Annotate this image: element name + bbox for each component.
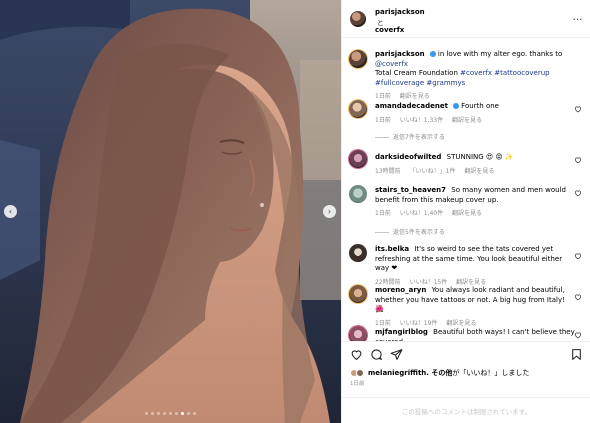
verified-icon xyxy=(429,51,436,57)
comment-likes[interactable]: いいね！1,33件 xyxy=(400,117,443,124)
carousel-dot xyxy=(193,412,196,415)
next-image-button[interactable]: › xyxy=(323,205,336,218)
author-username[interactable]: parisjackson xyxy=(375,8,425,16)
commenter-avatar[interactable] xyxy=(349,150,367,168)
caption-mention[interactable]: @coverfx xyxy=(375,60,408,68)
comment-translate[interactable]: 翻訳を見る xyxy=(452,210,482,217)
comment-time[interactable]: 22時間前 xyxy=(375,279,401,286)
liker-username[interactable]: melaniegriffith. xyxy=(368,369,429,377)
caption-meta: 1日前 翻訳を見る xyxy=(375,92,575,102)
previous-image-button[interactable]: ‹ xyxy=(4,205,17,218)
share-paper-plane-icon[interactable] xyxy=(390,348,403,361)
view-replies-link[interactable]: 返信5件を表示する xyxy=(375,227,445,236)
comment-bubble-icon[interactable] xyxy=(370,348,383,361)
caption-time[interactable]: 1日前 xyxy=(375,93,391,100)
commenter-avatar[interactable] xyxy=(349,100,367,118)
comment-text: Fourth one xyxy=(461,102,499,110)
commenter-avatar[interactable] xyxy=(349,185,367,203)
comment-meta: 13時間前 「いいね！」1件 翻訳を見る xyxy=(375,167,575,177)
like-comment-heart-icon[interactable] xyxy=(574,252,582,260)
carousel-dot xyxy=(175,412,178,415)
comment-time[interactable]: 13時間前 xyxy=(375,168,401,175)
comment-translate[interactable]: 翻訳を見る xyxy=(464,168,494,175)
verified-icon xyxy=(452,103,459,109)
caption-username[interactable]: parisjackson xyxy=(375,50,425,58)
liker-avatar xyxy=(356,369,364,377)
comment-username[interactable]: its.belka xyxy=(375,245,409,253)
post-photo: ‹ › xyxy=(0,0,341,423)
comment-translate[interactable]: 翻訳を見る xyxy=(456,279,486,286)
caption-avatar[interactable] xyxy=(349,50,367,68)
comment-likes[interactable]: いいね！15件 xyxy=(410,279,448,286)
comment-text: STUNNING 😍 😡 ✨ xyxy=(446,153,514,161)
comment-translate[interactable]: 翻訳を見る xyxy=(452,117,482,124)
comment-username[interactable]: moreno_aryn xyxy=(375,286,426,294)
save-bookmark-icon[interactable] xyxy=(570,348,583,361)
carousel-dot xyxy=(163,412,166,415)
like-comment-heart-icon[interactable] xyxy=(574,105,582,113)
comment-body: darksideofwilted STUNNING 😍 😡 ✨ 13時間前 「い… xyxy=(375,153,575,176)
commenter-avatar[interactable] xyxy=(349,244,367,262)
comments-restricted-notice: この投稿へのコメントは制限されています。 xyxy=(342,397,590,423)
like-comment-heart-icon[interactable] xyxy=(574,331,582,339)
author-avatar[interactable] xyxy=(350,11,366,27)
carousel-dot xyxy=(187,412,190,415)
caption-text-a: in love with my alter ego. thanks to xyxy=(437,50,563,58)
more-options-icon[interactable]: … xyxy=(573,13,584,23)
comment-likes[interactable]: いいね！1,40件 xyxy=(400,210,443,217)
carousel-dot xyxy=(151,412,154,415)
post-header: parisjackson と coverfx … xyxy=(342,0,590,38)
like-heart-icon[interactable] xyxy=(350,348,363,361)
carousel-indicator xyxy=(0,412,341,415)
liked-by-text: melaniegriffith. その他が「いいね！」しました xyxy=(368,369,530,377)
comment-likes[interactable]: いいね！19件 xyxy=(400,320,438,327)
carousel-dot xyxy=(145,412,148,415)
caption-translate[interactable]: 翻訳を見る xyxy=(400,93,430,100)
like-comment-heart-icon[interactable] xyxy=(574,189,582,197)
comment-body: moreno_aryn You always look radiant and … xyxy=(375,286,575,328)
collaborator-username[interactable]: coverfx xyxy=(375,26,404,34)
comment-username[interactable]: mjfangirlblog xyxy=(375,328,428,336)
comment-body: stairs_to_heaven7 So many women and men … xyxy=(375,186,575,219)
liked-by-line: melaniegriffith. その他が「いいね！」しました xyxy=(350,368,590,378)
commenter-avatar[interactable] xyxy=(349,326,367,341)
comment-meta: 1日前 いいね！1,40件 翻訳を見る xyxy=(375,209,575,219)
comment-username[interactable]: darksideofwilted xyxy=(375,153,441,161)
comment-body: amandadecadenet Fourth one 1日前 いいね！1,33件… xyxy=(375,102,575,125)
post-date[interactable]: 1日前 xyxy=(350,379,365,387)
carousel-dot xyxy=(157,412,160,415)
comment-meta: 1日前 いいね！1,33件 翻訳を見る xyxy=(375,116,575,126)
comment-body: its.belka It's so weird to see the tats … xyxy=(375,245,575,287)
portrait-illustration xyxy=(0,0,341,423)
likes-others-link[interactable]: その他 xyxy=(429,369,452,377)
like-comment-heart-icon[interactable] xyxy=(574,156,582,164)
carousel-dot xyxy=(181,412,184,415)
view-replies-link[interactable]: 返信7件を表示する xyxy=(375,132,445,141)
comment-time[interactable]: 1日前 xyxy=(375,320,391,327)
instagram-post-window: ‹ › parisjackson と coverfx … parisjackso… xyxy=(0,0,590,423)
comments-list: parisjackson in love with my alter ego. … xyxy=(342,38,590,341)
post-details-panel: parisjackson と coverfx … parisjackson in… xyxy=(341,0,590,423)
comment-translate[interactable]: 翻訳を見る xyxy=(446,320,476,327)
commenter-avatar[interactable] xyxy=(349,285,367,303)
comment-username[interactable]: amandadecadenet xyxy=(375,102,448,110)
caption-body: parisjackson in love with my alter ego. … xyxy=(375,50,575,102)
comment-username[interactable]: stairs_to_heaven7 xyxy=(375,186,446,194)
comment-meta: 1日前 いいね！19件 翻訳を見る xyxy=(375,319,575,329)
post-action-bar xyxy=(342,341,590,367)
comment-time[interactable]: 1日前 xyxy=(375,210,391,217)
comment-time[interactable]: 1日前 xyxy=(375,117,391,124)
caption-text-b: Total Cream Foundation xyxy=(375,69,461,77)
carousel-dot xyxy=(169,412,172,415)
comment-likes[interactable]: 「いいね！」1件 xyxy=(410,168,456,175)
like-comment-heart-icon[interactable] xyxy=(574,293,582,301)
comment-body: mjfangirlblog Beautiful both ways! I can… xyxy=(375,328,575,341)
